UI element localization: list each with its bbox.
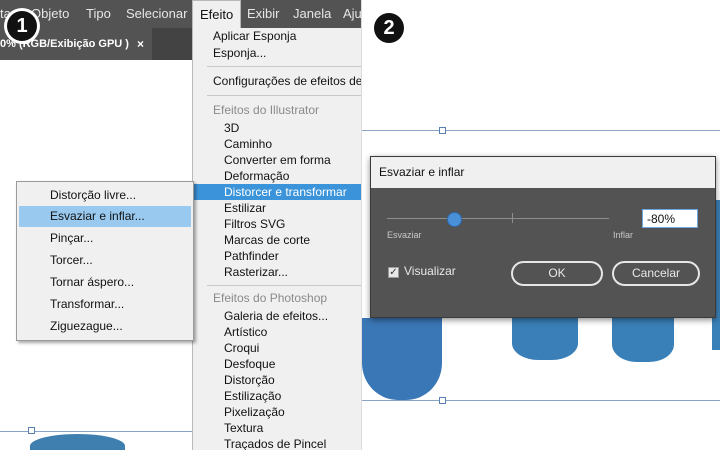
submenu-item-transformar[interactable]: Transformar... [19,294,191,315]
slider-center-tick [512,213,513,223]
menubar: tar Objeto Tipo Selecionar Efeito Exibir… [0,0,362,28]
menu-item-efeito[interactable]: Efeito [192,0,242,28]
menu-item-desfoque[interactable]: Desfoque [193,356,362,372]
menu-item-marcas-de-corte[interactable]: Marcas de corte [193,232,362,248]
slider-label-inflar: Inflar [613,230,634,240]
slider-label-esvaziar: Esvaziar [387,230,422,240]
artwork-bounding-box-bottom [362,400,720,401]
last-effect[interactable]: Esponja... [193,45,362,61]
left-panel: tar Objeto Tipo Selecionar Efeito Exibir… [0,0,362,450]
submenu-item-tornar-aspero[interactable]: Tornar áspero... [19,272,191,293]
menu-separator [207,285,362,286]
menu-item-distorcer-e-transformar[interactable]: Distorcer e transformar [193,184,362,200]
menu-item-rasterizar[interactable]: Rasterizar... [193,264,362,280]
menu-item-selecionar[interactable]: Selecionar [126,0,187,28]
menu-item-distorcao[interactable]: Distorção [193,372,362,388]
dialog-titlebar[interactable]: Esvaziar e inflar [371,157,715,188]
apply-last-effect[interactable]: Aplicar Esponja [193,28,362,44]
menu-item-pathfinder[interactable]: Pathfinder [193,248,362,264]
checkmark-icon: ✓ [389,267,398,278]
selection-handle[interactable] [28,427,35,434]
selection-handle[interactable] [439,397,446,404]
ok-button[interactable]: OK [511,261,603,286]
spiky-letter-art [362,318,442,400]
spiky-letter-art [512,318,578,360]
step-1-badge: 1 [7,11,37,41]
amount-value-input[interactable] [642,209,698,228]
menu-item-estilizacao[interactable]: Estilização [193,388,362,404]
close-icon[interactable]: × [137,28,144,60]
submenu-item-pincar[interactable]: Pinçar... [19,228,191,249]
menu-item-3d[interactable]: 3D [193,120,362,136]
menu-item-tipo[interactable]: Tipo [86,0,111,28]
submenu-item-ziguezague[interactable]: Ziguezague... [19,316,191,337]
spiky-texture-art [30,434,125,450]
submenu-item-esvaziar-e-inflar[interactable]: Esvaziar e inflar... [19,206,191,227]
dialog-title: Esvaziar e inflar [379,165,465,179]
menu-separator [207,66,362,67]
artwork-bounding-box-top [362,130,720,131]
step-2-badge: 2 [374,13,404,43]
right-panel: 2 Esvaziar e inflar Esvaziar Inflar ✓ Vi… [362,0,720,450]
menu-item-deformacao[interactable]: Deformação [193,168,362,184]
submenu-item-distorcao-livre[interactable]: Distorção livre... [19,185,191,206]
menu-item-converter-em-forma[interactable]: Converter em forma [193,152,362,168]
menu-item-janela[interactable]: Janela [293,0,331,28]
menu-item-exibir[interactable]: Exibir [247,0,280,28]
menu-item-tracados-de-pincel[interactable]: Traçados de Pincel [193,436,362,450]
menu-item-galeria-de-efeitos[interactable]: Galeria de efeitos... [193,308,362,324]
menu-item-estilizar[interactable]: Estilizar [193,200,362,216]
document-raster-effects-settings[interactable]: Configurações de efeitos de [193,73,362,89]
menu-separator [207,95,362,96]
photoshop-effects-header: Efeitos do Photoshop [213,291,328,305]
spiky-letter-art [612,318,674,362]
distort-transform-submenu: Distorção livre... Esvaziar e inflar... … [16,181,194,341]
menu-item-croqui[interactable]: Croqui [193,340,362,356]
preview-checkbox[interactable]: ✓ [388,267,399,278]
effect-menu: Aplicar Esponja Esponja... Configurações… [192,28,362,450]
amount-slider-track[interactable] [387,218,609,219]
illustrator-effects-header: Efeitos do Illustrator [213,103,320,117]
amount-slider-thumb[interactable] [446,212,462,227]
menu-item-artistico[interactable]: Artístico [193,324,362,340]
menu-item-textura[interactable]: Textura [193,420,362,436]
menu-item-pixelizacao[interactable]: Pixelização [193,404,362,420]
menu-item-filtros-svg[interactable]: Filtros SVG [193,216,362,232]
selection-handle[interactable] [439,127,446,134]
menu-item-caminho[interactable]: Caminho [193,136,362,152]
cancel-button[interactable]: Cancelar [612,261,700,286]
pucker-bloat-dialog: Esvaziar e inflar Esvaziar Inflar ✓ Visu… [370,156,716,318]
menu-item-ajuda[interactable]: Aju [343,0,362,28]
preview-label: Visualizar [404,264,456,278]
submenu-item-torcer[interactable]: Torcer... [19,250,191,271]
